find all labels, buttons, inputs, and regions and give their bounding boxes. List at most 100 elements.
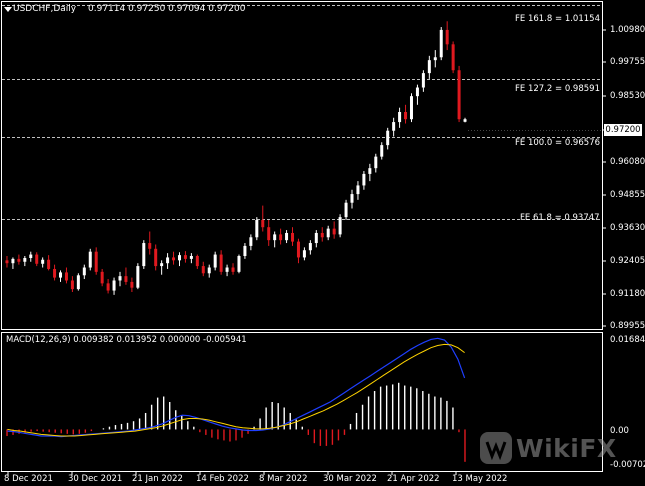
candle-body: [136, 266, 140, 288]
candle-body: [445, 29, 449, 45]
price-tick: 0.89955: [610, 321, 645, 331]
candle-body: [82, 267, 86, 276]
watermark-text: WikiFX: [516, 434, 617, 463]
chart-menu-arrow-icon[interactable]: [4, 7, 12, 12]
price-tick: 0.96080: [610, 157, 645, 167]
macd-signal-line: [7, 343, 465, 437]
current-price-label: 0.97200: [604, 124, 642, 136]
candle-body: [41, 259, 45, 264]
candle-body: [255, 220, 259, 238]
candle-body: [183, 255, 187, 259]
chart-canvas[interactable]: [0, 0, 645, 486]
candle-body: [106, 283, 110, 291]
candle-body: [302, 250, 306, 258]
date-tick: 13 May 2022: [452, 474, 508, 484]
candle-body: [11, 258, 15, 264]
ohlc-values: 0.97114 0.97250 0.97094 0.97200: [88, 4, 246, 14]
candle-body: [213, 254, 217, 268]
candle-body: [112, 280, 116, 291]
candle-body: [201, 266, 205, 274]
candle-body: [267, 227, 271, 241]
chart-window: USDCHF,Daily 0.97114 0.97250 0.97094 0.9…: [0, 0, 645, 486]
candle-body: [409, 96, 413, 120]
candle-body: [463, 119, 467, 122]
price-tick: 0.99755: [610, 57, 645, 67]
candle-body: [237, 256, 241, 272]
candle-body: [285, 232, 289, 241]
candle-body: [124, 276, 128, 282]
candle-body: [344, 202, 348, 218]
watermark: WikiFX: [478, 428, 616, 468]
price-tick: 0.91180: [610, 289, 645, 299]
candle-body: [350, 194, 354, 203]
candle-body: [374, 156, 378, 169]
candle-body: [88, 251, 92, 268]
fib-label-61: FE 61.8 = 0.93747: [520, 213, 600, 223]
candle-body: [23, 258, 27, 262]
candle-body: [59, 272, 63, 278]
macd-lines: [7, 337, 466, 438]
candle-body: [219, 254, 223, 272]
price-tick: 0.93630: [610, 223, 645, 233]
price-panel-frame: [1, 1, 603, 330]
candle-body: [148, 243, 152, 249]
candle-body: [439, 29, 443, 58]
candle-body: [195, 256, 199, 267]
candle-body: [433, 57, 437, 61]
symbol-label: USDCHF,Daily: [13, 4, 77, 14]
candle-body: [249, 237, 253, 246]
candle-body: [53, 268, 57, 278]
candle-body: [457, 70, 461, 120]
date-tick: 8 Mar 2022: [259, 474, 308, 484]
macd-tick: 0.016843: [610, 335, 645, 345]
fib-label-161: FE 161.8 = 1.01154: [515, 14, 600, 24]
candle-body: [320, 232, 324, 238]
candle-body: [177, 255, 181, 261]
macd-histogram: [6, 382, 466, 462]
candles: [5, 21, 467, 295]
candle-body: [421, 73, 425, 88]
candle-body: [47, 259, 51, 269]
candle-body: [326, 228, 330, 238]
macd-label: MACD(12,26,9) 0.009382 0.013952 0.000000…: [6, 335, 247, 345]
candle-body: [94, 251, 98, 272]
price-tick: 0.98530: [610, 91, 645, 101]
candle-body: [154, 248, 158, 267]
candle-body: [308, 243, 312, 251]
candle-body: [189, 256, 193, 259]
candle-body: [427, 60, 431, 74]
price-tick: 0.94855: [610, 190, 645, 200]
candle-body: [451, 44, 455, 71]
candle-body: [142, 243, 146, 267]
candle-body: [404, 112, 408, 120]
candle-body: [243, 245, 247, 256]
candle-body: [100, 271, 104, 284]
date-tick: 21 Apr 2022: [387, 474, 440, 484]
candle-body: [332, 228, 336, 235]
candle-body: [261, 220, 265, 228]
candle-body: [415, 87, 419, 97]
fib-label-100: FE 100.0 = 0.96576: [515, 138, 600, 148]
macd-main-line: [7, 337, 466, 438]
candle-body: [231, 267, 235, 272]
wikifx-logo-icon: [480, 432, 512, 464]
date-tick: 21 Jan 2022: [132, 474, 183, 484]
fib-label-127: FE 127.2 = 0.98591: [515, 84, 600, 94]
candle-body: [368, 168, 372, 174]
candle-body: [398, 112, 402, 123]
candle-body: [207, 267, 211, 274]
candle-body: [314, 232, 318, 244]
candle-body: [118, 276, 122, 281]
candle-body: [17, 258, 21, 262]
date-tick: 8 Dec 2021: [4, 474, 53, 484]
date-tick: 30 Mar 2022: [323, 474, 377, 484]
candle-body: [225, 267, 229, 272]
candle-body: [386, 130, 390, 146]
date-tick: 14 Feb 2022: [196, 474, 249, 484]
candle-body: [172, 257, 176, 261]
candle-body: [130, 281, 134, 288]
candle-body: [166, 257, 170, 264]
candle-body: [338, 217, 342, 235]
price-tick: 0.92405: [610, 256, 645, 266]
candle-body: [64, 272, 68, 281]
